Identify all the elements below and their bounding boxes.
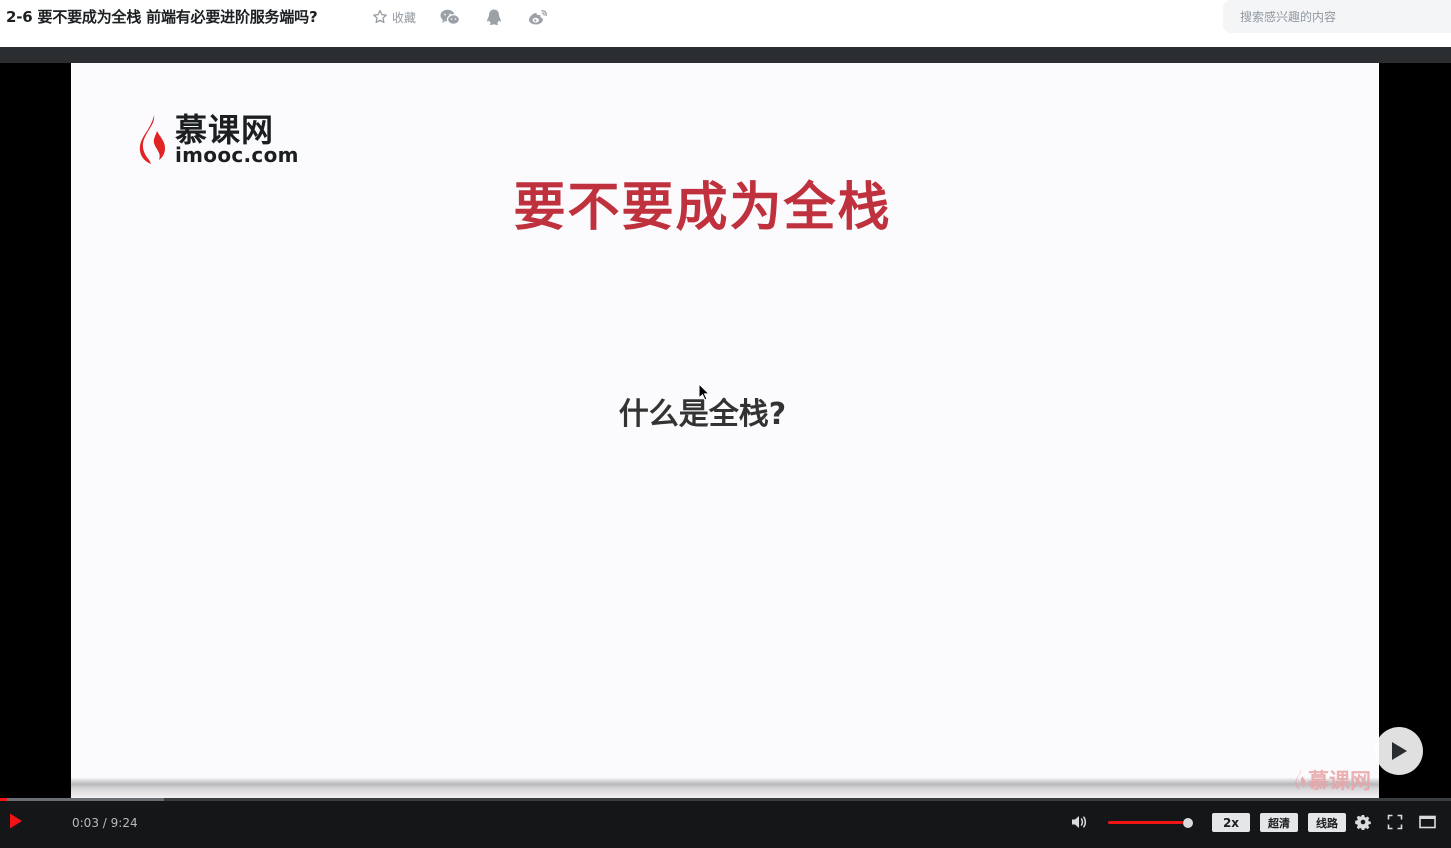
volume-button[interactable]	[1070, 813, 1088, 835]
logo-text-cn: 慕课网	[175, 111, 275, 149]
volume-slider[interactable]	[1108, 818, 1194, 828]
course-title: 2-6 要不要成为全栈 前端有必要进阶服务端吗?	[6, 8, 318, 26]
share-actions: 收藏	[372, 8, 548, 26]
play-icon	[10, 813, 22, 829]
imooc-logo: 慕课网 imooc.com	[137, 113, 309, 169]
collect-label: 收藏	[392, 10, 417, 25]
search-box	[1223, 0, 1451, 33]
web-fullscreen-button[interactable]	[1419, 814, 1436, 834]
logo-text-en: imooc.com	[175, 143, 299, 167]
flame-logo-icon	[139, 115, 165, 164]
time-current: 0:03	[72, 816, 99, 830]
search-input[interactable]	[1240, 9, 1440, 24]
top-header: 2-6 要不要成为全栈 前端有必要进阶服务端吗? 收藏	[0, 0, 1451, 47]
line-button[interactable]: 线路	[1308, 813, 1346, 832]
watermark-text: 慕课网	[1308, 769, 1371, 793]
weibo-icon[interactable]	[528, 8, 548, 26]
gear-icon	[1355, 815, 1371, 831]
volume-level	[1108, 821, 1184, 824]
volume-knob[interactable]	[1183, 818, 1194, 828]
volume-icon	[1072, 816, 1087, 828]
slide-title: 要不要成为全栈	[513, 178, 892, 238]
mouse-cursor-icon	[698, 383, 710, 401]
play-button[interactable]	[8, 812, 24, 834]
time-separator: /	[102, 816, 107, 830]
settings-button[interactable]	[1355, 814, 1371, 834]
fullscreen-icon	[1387, 814, 1403, 830]
quality-button[interactable]: 超清	[1260, 813, 1298, 832]
star-icon	[373, 9, 387, 24]
time-display: 0:03 / 9:24	[72, 816, 138, 830]
play-icon	[1392, 742, 1407, 760]
video-watermark: 慕课网	[1294, 765, 1371, 795]
web-fullscreen-icon	[1419, 815, 1436, 829]
time-total: 9:24	[110, 816, 138, 830]
player-controls: 0:03 / 9:24 2x 超清 线路	[0, 801, 1451, 848]
collect-button[interactable]: 收藏	[372, 9, 416, 26]
video-bottom-band	[71, 778, 1379, 798]
flame-watermark-icon	[1295, 769, 1306, 790]
video-frame[interactable]: 慕课网 imooc.com 要不要成为全栈 什么是全栈? 慕课网	[71, 63, 1379, 798]
speed-button[interactable]: 2x	[1212, 813, 1250, 832]
fullscreen-button[interactable]	[1387, 814, 1403, 834]
qq-icon[interactable]	[484, 8, 504, 26]
wechat-icon[interactable]	[440, 8, 461, 26]
player-top-strip	[0, 47, 1451, 63]
video-player[interactable]: 慕课网 imooc.com 要不要成为全栈 什么是全栈? 慕课网 0:03 / …	[0, 63, 1451, 848]
big-play-button[interactable]	[1375, 727, 1423, 775]
